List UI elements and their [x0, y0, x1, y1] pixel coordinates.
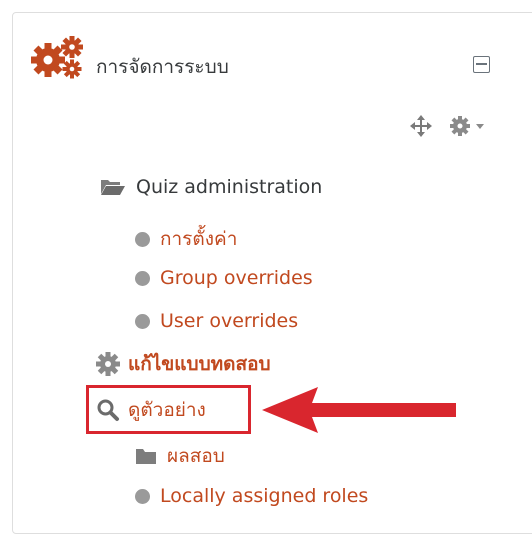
- highlight-box: [86, 385, 251, 434]
- tree-item-user-overrides[interactable]: User overrides: [135, 310, 298, 332]
- settings-link[interactable]: การตั้งค่า: [160, 224, 237, 254]
- tree-item-settings[interactable]: การตั้งค่า: [135, 224, 237, 254]
- group-overrides-link[interactable]: Group overrides: [160, 267, 313, 289]
- cog-menu-icon[interactable]: [448, 114, 490, 138]
- quiz-administration-label: Quiz administration: [136, 176, 323, 198]
- bullet-icon: [135, 488, 150, 504]
- results-link[interactable]: ผลสอบ: [167, 441, 225, 471]
- edit-quiz-link[interactable]: แก้ไขแบบทดสอบ: [128, 349, 271, 379]
- tree-item-group-overrides[interactable]: Group overrides: [135, 267, 313, 289]
- user-overrides-link[interactable]: User overrides: [160, 310, 298, 332]
- tree-item-locally-assigned-roles[interactable]: Locally assigned roles: [135, 485, 368, 507]
- locally-assigned-roles-link[interactable]: Locally assigned roles: [160, 485, 368, 507]
- tree-item-results[interactable]: ผลสอบ: [135, 441, 225, 471]
- folder-icon: [136, 449, 156, 464]
- tree-item-edit-quiz[interactable]: แก้ไขแบบทดสอบ: [96, 349, 271, 379]
- folder-open-icon: [101, 180, 125, 195]
- block-title: การจัดการระบบ: [96, 56, 229, 78]
- bullet-icon: [135, 313, 150, 329]
- bullet-icon: [135, 270, 150, 286]
- tree-item-quiz-administration[interactable]: Quiz administration: [100, 176, 322, 198]
- bullet-icon: [135, 231, 150, 247]
- collapse-icon[interactable]: [473, 56, 490, 73]
- gear-icon: [96, 352, 120, 376]
- move-icon[interactable]: [410, 115, 432, 137]
- arrow-left-icon: [262, 387, 456, 433]
- gears-icon: [31, 36, 83, 79]
